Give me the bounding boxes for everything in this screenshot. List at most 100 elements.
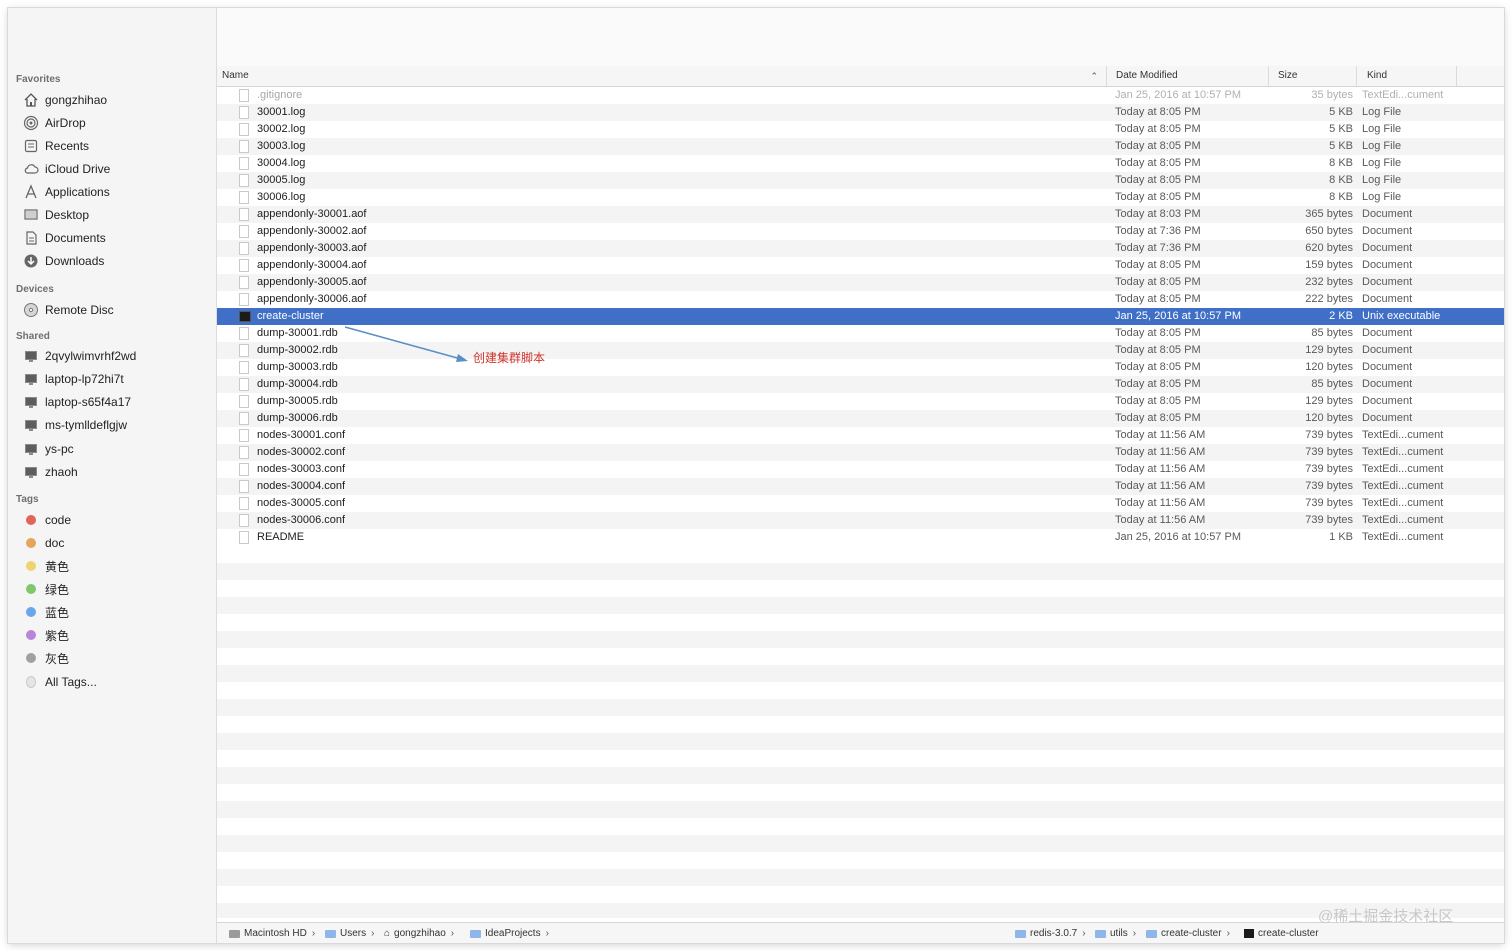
file-row[interactable]: 30006.log Today at 8:05 PM 8 KB Log File <box>217 189 1504 206</box>
file-kind: Log File <box>1362 140 1402 152</box>
file-row[interactable]: dump-30006.rdb Today at 8:05 PM 120 bytes D… <box>217 410 1504 427</box>
sidebar-item-label: Documents <box>45 231 106 245</box>
sidebar-item-desktop[interactable]: Desktop <box>23 205 211 225</box>
file-row[interactable]: appendonly-30002.aof Today at 7:36 PM 650 … <box>217 223 1504 240</box>
sidebar-item-tag-code[interactable]: code <box>23 510 211 530</box>
sidebar-item-label: 蓝色 <box>45 605 70 620</box>
terminal-executable-icon <box>1244 929 1254 938</box>
document-icon <box>239 225 251 238</box>
path-item-utils[interactable]: utils › <box>1095 923 1136 943</box>
file-kind: Document <box>1362 276 1413 288</box>
file-row[interactable]: appendonly-30005.aof Today at 8:05 PM 232 … <box>217 274 1504 291</box>
file-row[interactable]: appendonly-30004.aof Today at 8:05 PM 159 … <box>217 257 1504 274</box>
file-size: 620 bytes <box>1305 242 1353 254</box>
sidebar-item-label: gongzhihao <box>45 93 108 107</box>
tag-dot-icon <box>23 512 39 528</box>
document-icon <box>239 378 251 391</box>
sidebar-item-tag-doc[interactable]: doc <box>23 533 211 553</box>
path-item-create-cluster-folder[interactable]: create-cluster › <box>1146 923 1230 943</box>
sidebar-item-label: zhaoh <box>45 465 78 479</box>
document-icon <box>239 157 251 170</box>
computer-icon <box>23 394 39 410</box>
file-name: 30004.log <box>257 157 306 169</box>
file-kind: TextEdi...cument <box>1362 89 1444 101</box>
sidebar-item-shared-5[interactable]: ys-pc <box>23 439 211 459</box>
sidebar-item-tag-yellow[interactable]: 黄色 <box>23 556 211 576</box>
file-date-modified: Today at 11:56 AM <box>1115 429 1206 441</box>
column-header-date[interactable]: Date Modified <box>1111 66 1269 86</box>
file-size: 739 bytes <box>1305 480 1353 492</box>
sidebar-item-label: All Tags... <box>45 675 97 689</box>
sidebar-item-shared-2[interactable]: laptop-lp72hi7t <box>23 369 211 389</box>
file-date-modified: Jan 25, 2016 at 10:57 PM <box>1115 531 1241 543</box>
file-name: appendonly-30002.aof <box>257 225 367 237</box>
path-bar: Macintosh HD › Users › ⌂ gongzhihao › IdeaPr… <box>217 922 1504 943</box>
column-header-kind[interactable]: Kind <box>1362 66 1457 86</box>
file-date-modified: Today at 8:05 PM <box>1115 191 1201 203</box>
file-date-modified: Today at 8:05 PM <box>1115 344 1201 356</box>
sidebar-item-recents[interactable]: Recents <box>23 136 211 156</box>
file-name: appendonly-30005.aof <box>257 276 367 288</box>
file-row[interactable]: appendonly-30003.aof Today at 7:36 PM 620 … <box>217 240 1504 257</box>
sidebar-item-label: Downloads <box>45 254 105 268</box>
sidebar-item-label: Applications <box>45 185 110 199</box>
computer-icon <box>23 441 39 457</box>
file-row[interactable]: nodes-30006.conf Today at 11:56 AM 739 byt… <box>217 512 1504 529</box>
sidebar-item-shared-3[interactable]: laptop-s65f4a17 <box>23 392 211 412</box>
path-item-macintosh-hd[interactable]: Macintosh HD › <box>229 923 315 943</box>
file-row[interactable]: nodes-30001.conf Today at 11:56 AM 739 byt… <box>217 427 1504 444</box>
file-row[interactable]: nodes-30002.conf Today at 11:56 AM 739 byt… <box>217 444 1504 461</box>
path-item-gongzhihao[interactable]: ⌂ gongzhihao › <box>384 923 454 943</box>
file-row[interactable]: appendonly-30001.aof Today at 8:03 PM 365 … <box>217 206 1504 223</box>
file-row[interactable]: nodes-30004.conf Today at 11:56 AM 739 byt… <box>217 478 1504 495</box>
sidebar-item-label: doc <box>45 536 65 550</box>
sidebar: Favorites gongzhihao AirDrop Recents iCl… <box>8 8 217 943</box>
sidebar-item-documents[interactable]: Documents <box>23 228 211 248</box>
file-row[interactable]: nodes-30003.conf Today at 11:56 AM 739 byt… <box>217 461 1504 478</box>
file-kind: Document <box>1362 395 1413 407</box>
sidebar-item-all-tags[interactable]: All Tags... <box>23 672 211 692</box>
sidebar-item-remote-disc[interactable]: Remote Disc <box>23 300 211 320</box>
sidebar-item-applications[interactable]: Applications <box>23 182 211 202</box>
file-row[interactable]: dump-30004.rdb Today at 8:05 PM 85 bytes Do… <box>217 376 1504 393</box>
sidebar-item-airdrop[interactable]: AirDrop <box>23 113 211 133</box>
sidebar-item-icloud-drive[interactable]: iCloud Drive <box>23 159 211 179</box>
sidebar-item-label: Recents <box>45 139 90 153</box>
annotation-arrow <box>344 326 468 362</box>
file-row[interactable]: appendonly-30006.aof Today at 8:05 PM 222 … <box>217 291 1504 308</box>
sidebar-item-shared-1[interactable]: 2qvylwimvrhf2wd <box>23 346 211 366</box>
sidebar-item-tag-green[interactable]: 绿色 <box>23 579 211 599</box>
file-row[interactable]: 30001.log Today at 8:05 PM 5 KB Log File <box>217 104 1504 121</box>
file-name: .gitignore <box>257 89 303 101</box>
path-item-users[interactable]: Users › <box>325 923 374 943</box>
file-date-modified: Jan 25, 2016 at 10:57 PM <box>1115 89 1241 101</box>
sidebar-item-gongzhihao[interactable]: gongzhihao <box>23 90 211 110</box>
file-row[interactable]: 30005.log Today at 8:05 PM 8 KB Log File <box>217 172 1504 189</box>
file-kind: Document <box>1362 208 1413 220</box>
sidebar-item-downloads[interactable]: Downloads <box>23 251 211 271</box>
file-row[interactable]: README Jan 25, 2016 at 10:57 PM 1 KB TextEd… <box>217 529 1504 546</box>
file-row[interactable]: 30004.log Today at 8:05 PM 8 KB Log File <box>217 155 1504 172</box>
file-row[interactable]: dump-30005.rdb Today at 8:05 PM 129 bytes D… <box>217 393 1504 410</box>
sidebar-item-shared-4[interactable]: ms-tymlldeflgjw <box>23 415 211 435</box>
sidebar-item-tag-purple[interactable]: 紫色 <box>23 625 211 645</box>
column-header-name[interactable]: Name ⌃ <box>217 66 1107 86</box>
file-kind: Log File <box>1362 123 1402 135</box>
path-item-create-cluster-file[interactable]: create-cluster <box>1244 923 1319 943</box>
sidebar-item-label: 2qvylwimvrhf2wd <box>45 349 137 363</box>
documents-icon <box>23 230 39 246</box>
path-item-redis[interactable]: redis-3.0.7 › <box>1015 923 1086 943</box>
file-row[interactable]: .gitignore Jan 25, 2016 at 10:57 PM 35 byt… <box>217 87 1504 104</box>
document-icon <box>239 191 251 204</box>
sidebar-item-shared-6[interactable]: zhaoh <box>23 462 211 482</box>
file-row[interactable]: 30002.log Today at 8:05 PM 5 KB Log File <box>217 121 1504 138</box>
column-header-size[interactable]: Size <box>1273 66 1357 86</box>
desktop-icon <box>23 207 39 223</box>
tag-dot-icon <box>23 604 39 620</box>
sidebar-item-tag-blue[interactable]: 蓝色 <box>23 602 211 622</box>
file-row[interactable]: nodes-30005.conf Today at 11:56 AM 739 byt… <box>217 495 1504 512</box>
file-row[interactable]: 30003.log Today at 8:05 PM 5 KB Log File <box>217 138 1504 155</box>
file-date-modified: Today at 11:56 AM <box>1115 480 1206 492</box>
sidebar-item-tag-gray[interactable]: 灰色 <box>23 648 211 668</box>
path-item-ideaprojects[interactable]: IdeaProjects › <box>470 923 549 943</box>
